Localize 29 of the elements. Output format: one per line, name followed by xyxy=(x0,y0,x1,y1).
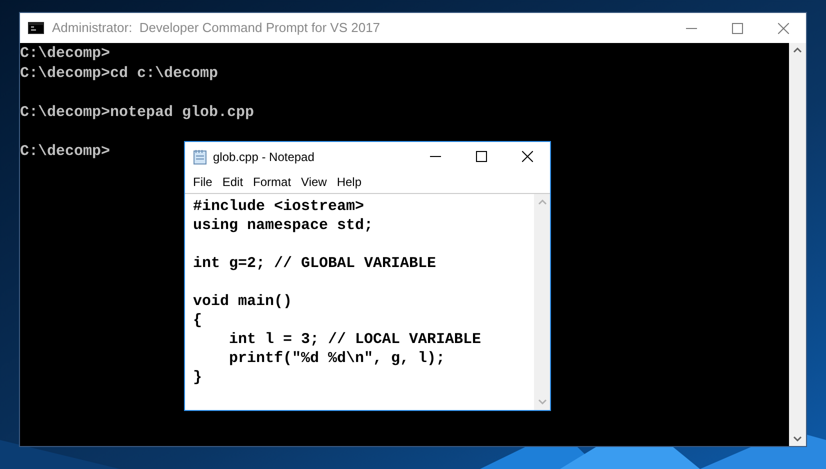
scrollbar[interactable] xyxy=(789,43,806,446)
scroll-down-icon[interactable] xyxy=(793,436,802,442)
scroll-up-icon[interactable] xyxy=(793,47,802,53)
menu-item[interactable]: File xyxy=(188,173,218,191)
code-line: #include <iostream> xyxy=(193,197,364,216)
menu-item[interactable]: Edit xyxy=(217,173,248,191)
window-title: Administrator: Developer Command Prompt for VS 2017 xyxy=(52,19,380,38)
close-icon xyxy=(522,151,532,162)
console-line: C:\decomp> xyxy=(20,44,110,64)
code-line: } xyxy=(193,368,202,387)
code-line: int g=2; // GLOBAL VARIABLE xyxy=(193,254,436,273)
code-line: void main() xyxy=(193,292,292,311)
maximize-icon xyxy=(476,151,486,162)
code-line: printf("%d %d\n", g, l); xyxy=(228,349,446,368)
menu-item[interactable]: Help xyxy=(332,173,367,191)
code-line: using namespace std; xyxy=(193,216,374,235)
code-line: int l = 3; // LOCAL VARIABLE xyxy=(228,330,482,349)
menu-item[interactable]: Format xyxy=(248,173,296,191)
console-line: C:\decomp> xyxy=(20,142,110,162)
notepad-icon xyxy=(193,148,207,164)
window-title: glob.cpp - Notepad xyxy=(213,148,314,166)
minimize-icon xyxy=(430,156,440,157)
menu-item[interactable]: View xyxy=(296,173,332,191)
close-icon xyxy=(778,22,788,34)
console-line: C:\decomp>notepad glob.cpp xyxy=(20,103,254,123)
console-line: C:\decomp>cd c:\decomp xyxy=(20,64,218,84)
code-line: { xyxy=(193,311,202,330)
maximize-icon xyxy=(732,22,742,34)
console-icon xyxy=(28,22,44,34)
